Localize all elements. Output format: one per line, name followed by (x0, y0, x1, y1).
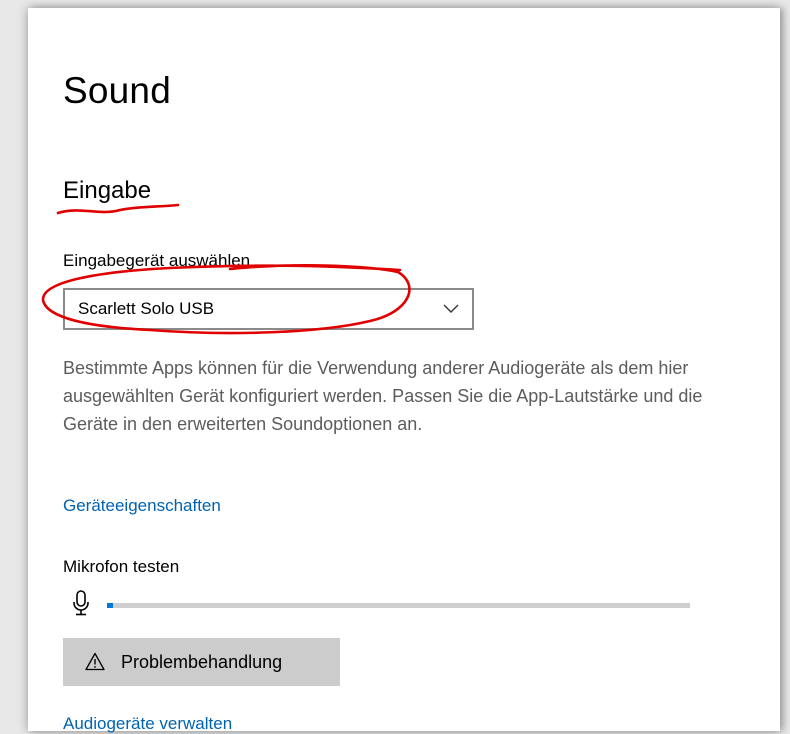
microphone-icon (73, 590, 89, 616)
page-title: Sound (63, 70, 171, 111)
troubleshoot-button-label: Problembehandlung (121, 652, 283, 672)
troubleshoot-button[interactable]: Problembehandlung (63, 638, 340, 686)
chevron-down-icon (443, 304, 459, 313)
input-description: Bestimmte Apps können für die Verwendung… (63, 358, 703, 434)
mic-level-fill (107, 603, 113, 608)
manage-audio-devices-link[interactable]: Audiogeräte verwalten (63, 714, 232, 734)
warning-triangle-icon (85, 652, 105, 671)
mic-level-meter (107, 603, 690, 608)
input-device-selected-value: Scarlett Solo USB (78, 299, 215, 318)
input-device-dropdown[interactable]: Scarlett Solo USB (63, 288, 474, 330)
settings-window: Sound Eingabe Eingabegerät auswählen Sca… (28, 8, 780, 734)
section-heading-input: Eingabe (63, 177, 152, 204)
input-device-label: Eingabegerät auswählen (63, 251, 251, 270)
device-properties-link[interactable]: Geräteeigenschaften (63, 496, 221, 516)
mic-test-label: Mikrofon testen (63, 557, 180, 576)
